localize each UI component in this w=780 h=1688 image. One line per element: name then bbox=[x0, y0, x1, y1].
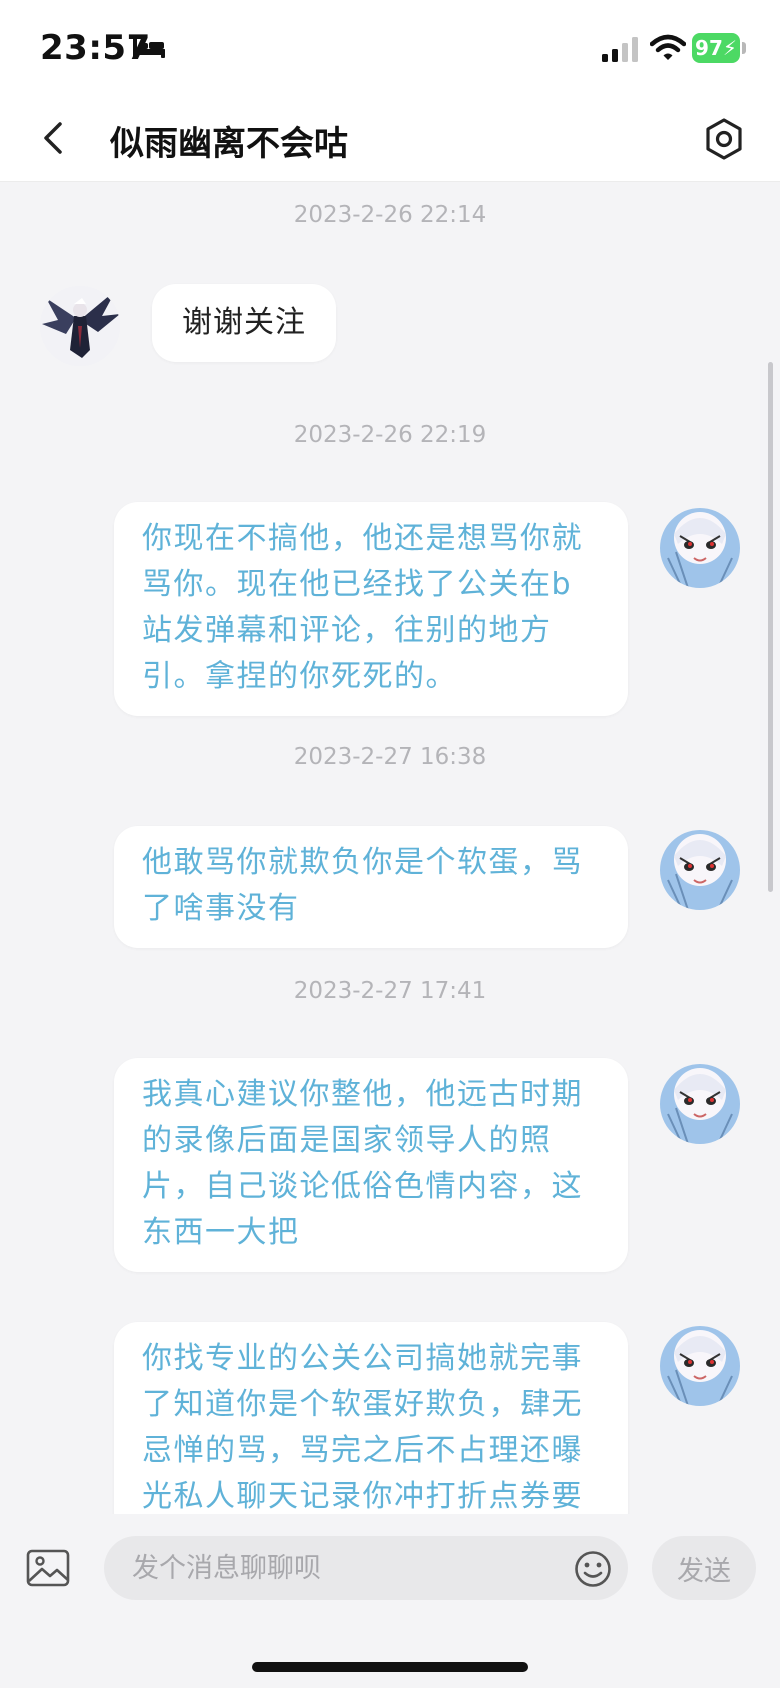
message-input-bar: 发送 bbox=[0, 1514, 780, 1688]
my-avatar[interactable] bbox=[660, 1326, 740, 1406]
message-timestamp: 2023-2-26 22:14 bbox=[293, 202, 487, 228]
battery-level: 97 bbox=[695, 36, 723, 60]
message-text: 他敢骂你就欺负你是个软蛋，骂了啥事没有 bbox=[142, 845, 583, 926]
message-bubble-sent[interactable]: 你现在不搞他，他还是想骂你就骂你。现在他已经找了公关在b站发弹幕和评论，往别的地… bbox=[114, 502, 628, 716]
message-timestamp: 2023-2-26 22:19 bbox=[293, 422, 487, 448]
my-avatar[interactable] bbox=[660, 1064, 740, 1144]
chat-scrollbar[interactable] bbox=[768, 362, 773, 892]
my-avatar-image bbox=[660, 1064, 740, 1144]
message-text: 谢谢关注 bbox=[182, 305, 306, 340]
message-text: 你找专业的公关公司搞她就完事了知道你是个软蛋好欺负，肆无忌惮的骂，骂完之后不占理… bbox=[142, 1341, 583, 1514]
settings-hexagon-icon[interactable] bbox=[702, 116, 746, 162]
my-avatar-image bbox=[660, 1326, 740, 1406]
my-avatar[interactable] bbox=[660, 830, 740, 910]
message-timestamp: 2023-2-27 16:38 bbox=[293, 744, 487, 770]
message-bubble-sent[interactable]: 你找专业的公关公司搞她就完事了知道你是个软蛋好欺负，肆无忌惮的骂，骂完之后不占理… bbox=[114, 1322, 628, 1514]
message-input[interactable] bbox=[104, 1536, 628, 1600]
cellular-signal-icon bbox=[602, 37, 638, 62]
message-bubble-received[interactable]: 谢谢关注 bbox=[152, 284, 336, 362]
back-chevron-icon[interactable] bbox=[38, 116, 68, 160]
message-text: 我真心建议你整他，他远古时期的录像后面是国家领导人的照片，自己谈论低俗色情内容，… bbox=[142, 1077, 583, 1250]
chat-header: 似雨幽离不会咕 bbox=[0, 96, 780, 182]
image-picker-icon[interactable] bbox=[26, 1548, 70, 1588]
wifi-icon bbox=[650, 34, 686, 60]
status-bar: 23:57 97⚡ bbox=[0, 0, 780, 96]
battery-cap bbox=[742, 42, 746, 54]
emoji-icon[interactable] bbox=[574, 1550, 612, 1588]
my-avatar[interactable] bbox=[660, 508, 740, 588]
my-avatar-image bbox=[660, 830, 740, 910]
charging-icon: ⚡ bbox=[722, 36, 737, 60]
my-avatar-image bbox=[660, 508, 740, 588]
message-text: 你现在不搞他，他还是想骂你就骂你。现在他已经找了公关在b站发弹幕和评论，往别的地… bbox=[142, 521, 583, 694]
contact-avatar[interactable] bbox=[40, 286, 120, 366]
contact-avatar-image bbox=[40, 286, 120, 366]
message-bubble-sent[interactable]: 他敢骂你就欺负你是个软蛋，骂了啥事没有 bbox=[114, 826, 628, 948]
send-button[interactable]: 发送 bbox=[652, 1536, 756, 1600]
message-timestamp: 2023-2-27 17:41 bbox=[293, 978, 487, 1004]
home-indicator[interactable] bbox=[252, 1662, 528, 1672]
message-list[interactable]: 2023-2-26 22:14 谢谢关注 2023-2-26 22:19 你现在… bbox=[0, 182, 780, 1514]
chat-title: 似雨幽离不会咕 bbox=[110, 124, 348, 164]
battery-indicator: 97⚡ bbox=[692, 33, 740, 63]
message-bubble-sent[interactable]: 我真心建议你整他，他远古时期的录像后面是国家领导人的照片，自己谈论低俗色情内容，… bbox=[114, 1058, 628, 1272]
sleep-mode-icon bbox=[133, 38, 165, 58]
